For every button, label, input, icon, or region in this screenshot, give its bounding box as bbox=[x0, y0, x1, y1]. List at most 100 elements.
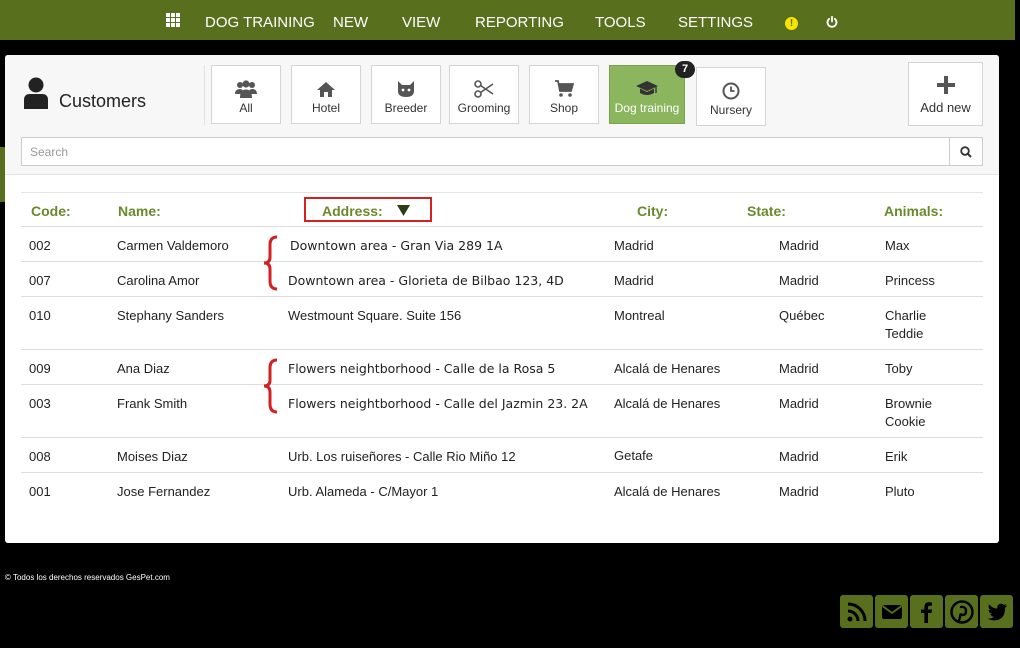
cell-code: 009 bbox=[29, 361, 51, 376]
cell-city: Alcalá de Henares bbox=[614, 361, 721, 376]
cell-code: 008 bbox=[29, 449, 51, 464]
nav-tools[interactable]: TOOLS bbox=[595, 0, 646, 40]
nav-settings[interactable]: SETTINGS bbox=[678, 0, 753, 40]
sort-desc-icon bbox=[396, 205, 410, 216]
col-address[interactable]: Address: bbox=[322, 193, 410, 228]
col-city[interactable]: City: bbox=[637, 193, 668, 228]
cell-address: Urb. Alameda - C/Mayor 1 bbox=[288, 484, 439, 499]
cell-state: Madrid bbox=[779, 449, 819, 464]
category-dog-training-button[interactable]: Dog training bbox=[609, 65, 685, 124]
cell-animal: Charlie bbox=[885, 308, 927, 323]
facebook-icon bbox=[920, 601, 932, 623]
graduation-cap-icon bbox=[636, 81, 658, 95]
category-nursery-label: Nursery bbox=[709, 103, 752, 117]
cell-city: Alcalá de Henares bbox=[614, 396, 721, 411]
category-hotel-label: Hotel bbox=[311, 101, 340, 115]
plus-icon bbox=[936, 76, 955, 94]
nav-reporting[interactable]: REPORTING bbox=[475, 0, 564, 40]
cell-address: Downtown area - Gran Via 289 1A bbox=[290, 238, 503, 253]
table-row[interactable]: 009 Ana Diaz Flowers neightborhood - Cal… bbox=[21, 350, 983, 385]
table-row[interactable]: 008 Moises Diaz Urb. Los ruiseñores - Ca… bbox=[21, 438, 983, 473]
scissors-icon bbox=[474, 80, 494, 98]
user-icon bbox=[24, 77, 48, 109]
cell-animal: Toby bbox=[885, 361, 913, 376]
top-nav: DOG TRAINING NEW VIEW REPORTING TOOLS SE… bbox=[0, 0, 1015, 40]
category-breeder-button[interactable]: Breeder bbox=[371, 65, 441, 124]
search-input[interactable] bbox=[21, 137, 950, 166]
cell-name: Moises Diaz bbox=[117, 449, 188, 464]
pinterest-icon bbox=[949, 599, 974, 624]
cell-code: 003 bbox=[29, 396, 51, 411]
col-name[interactable]: Name: bbox=[118, 193, 161, 228]
cell-animal: Teddie bbox=[885, 326, 924, 341]
col-code[interactable]: Code: bbox=[31, 193, 71, 228]
facebook-button[interactable] bbox=[910, 595, 943, 628]
customers-panel: Customers All Hotel Breeder Grooming Sho… bbox=[5, 55, 999, 543]
col-state[interactable]: State: bbox=[747, 193, 786, 228]
category-dog-training-label: Dog training bbox=[614, 101, 680, 115]
table-row[interactable]: 002 Carmen Valdemoro Downtown area - Gra… bbox=[21, 227, 983, 262]
email-button[interactable] bbox=[875, 595, 908, 628]
twitter-button[interactable] bbox=[980, 595, 1013, 628]
breeder-icon bbox=[398, 81, 414, 97]
nav-dog-training[interactable]: DOG TRAINING bbox=[205, 0, 315, 40]
envelope-icon bbox=[881, 604, 902, 619]
cell-name: Frank Smith bbox=[117, 396, 188, 411]
power-icon[interactable] bbox=[826, 16, 838, 28]
cell-name: Ana Diaz bbox=[117, 361, 170, 376]
footer-copyright: © Todos los derechos reservados GesPet.c… bbox=[5, 573, 170, 582]
nav-view[interactable]: VIEW bbox=[402, 0, 440, 40]
category-shop-button[interactable]: Shop bbox=[529, 65, 599, 124]
cell-code: 010 bbox=[29, 308, 51, 323]
rss-icon bbox=[847, 602, 866, 621]
cart-icon bbox=[555, 80, 574, 97]
cell-name: Jose Fernandez bbox=[117, 484, 211, 499]
table-row[interactable]: 001 Jose Fernandez Urb. Alameda - C/Mayo… bbox=[21, 473, 983, 508]
cell-city: Montreal bbox=[614, 308, 665, 323]
category-grooming-button[interactable]: Grooming bbox=[449, 65, 519, 124]
cell-address: Westmount Square. Suite 156 bbox=[288, 308, 462, 323]
add-new-label: Add new bbox=[920, 100, 971, 115]
table-row[interactable]: 010 Stephany Sanders Westmount Square. S… bbox=[21, 297, 983, 350]
cell-city: Madrid bbox=[614, 273, 654, 288]
pinterest-button[interactable] bbox=[945, 595, 978, 628]
cell-state: Madrid bbox=[779, 273, 819, 288]
col-animals[interactable]: Animals: bbox=[884, 193, 943, 228]
cell-address: Flowers neightborhood - Calle de la Rosa… bbox=[288, 361, 556, 376]
apps-grid-icon[interactable] bbox=[166, 13, 180, 27]
search-button[interactable] bbox=[949, 137, 983, 166]
cell-animal: Max bbox=[885, 238, 910, 253]
header-divider bbox=[204, 65, 205, 125]
category-breeder-label: Breeder bbox=[384, 101, 428, 115]
category-all-label: All bbox=[239, 101, 253, 115]
table-row[interactable]: 007 Carolina Amor Downtown area - Glorie… bbox=[21, 262, 983, 297]
cell-city: Alcalá de Henares bbox=[614, 484, 721, 499]
search-icon bbox=[960, 145, 972, 158]
rss-button[interactable] bbox=[840, 595, 873, 628]
cell-animal: Brownie bbox=[885, 396, 932, 411]
add-new-button[interactable]: Add new bbox=[908, 62, 983, 126]
category-nursery-button[interactable]: Nursery bbox=[696, 67, 766, 126]
cell-code: 007 bbox=[29, 273, 51, 288]
group-brace-downtown bbox=[263, 235, 278, 291]
cell-code: 001 bbox=[29, 484, 51, 499]
cell-address: Urb. Los ruiseñores - Calle Rio Miño 12 bbox=[288, 449, 516, 464]
table-header: Code: Name: Address: City: State: Animal… bbox=[21, 192, 983, 227]
category-grooming-label: Grooming bbox=[457, 101, 511, 115]
cell-state: Madrid bbox=[779, 361, 819, 376]
warning-icon[interactable]: ! bbox=[785, 17, 798, 30]
cell-state: Madrid bbox=[779, 396, 819, 411]
table-row[interactable]: 003 Frank Smith Flowers neightborhood - … bbox=[21, 385, 983, 438]
users-icon bbox=[235, 80, 257, 98]
home-icon bbox=[317, 82, 335, 97]
nav-new[interactable]: NEW bbox=[333, 0, 368, 40]
panel-header: Customers All Hotel Breeder Grooming Sho… bbox=[5, 55, 999, 175]
clock-icon bbox=[722, 82, 740, 100]
category-hotel-button[interactable]: Hotel bbox=[291, 65, 361, 124]
cell-animal: Erik bbox=[885, 449, 908, 464]
cell-city: Getafe bbox=[614, 448, 654, 463]
cell-state: Madrid bbox=[779, 238, 819, 253]
category-all-button[interactable]: All bbox=[211, 65, 281, 124]
cell-state: Québec bbox=[779, 308, 825, 323]
col-address-label: Address: bbox=[322, 203, 383, 219]
